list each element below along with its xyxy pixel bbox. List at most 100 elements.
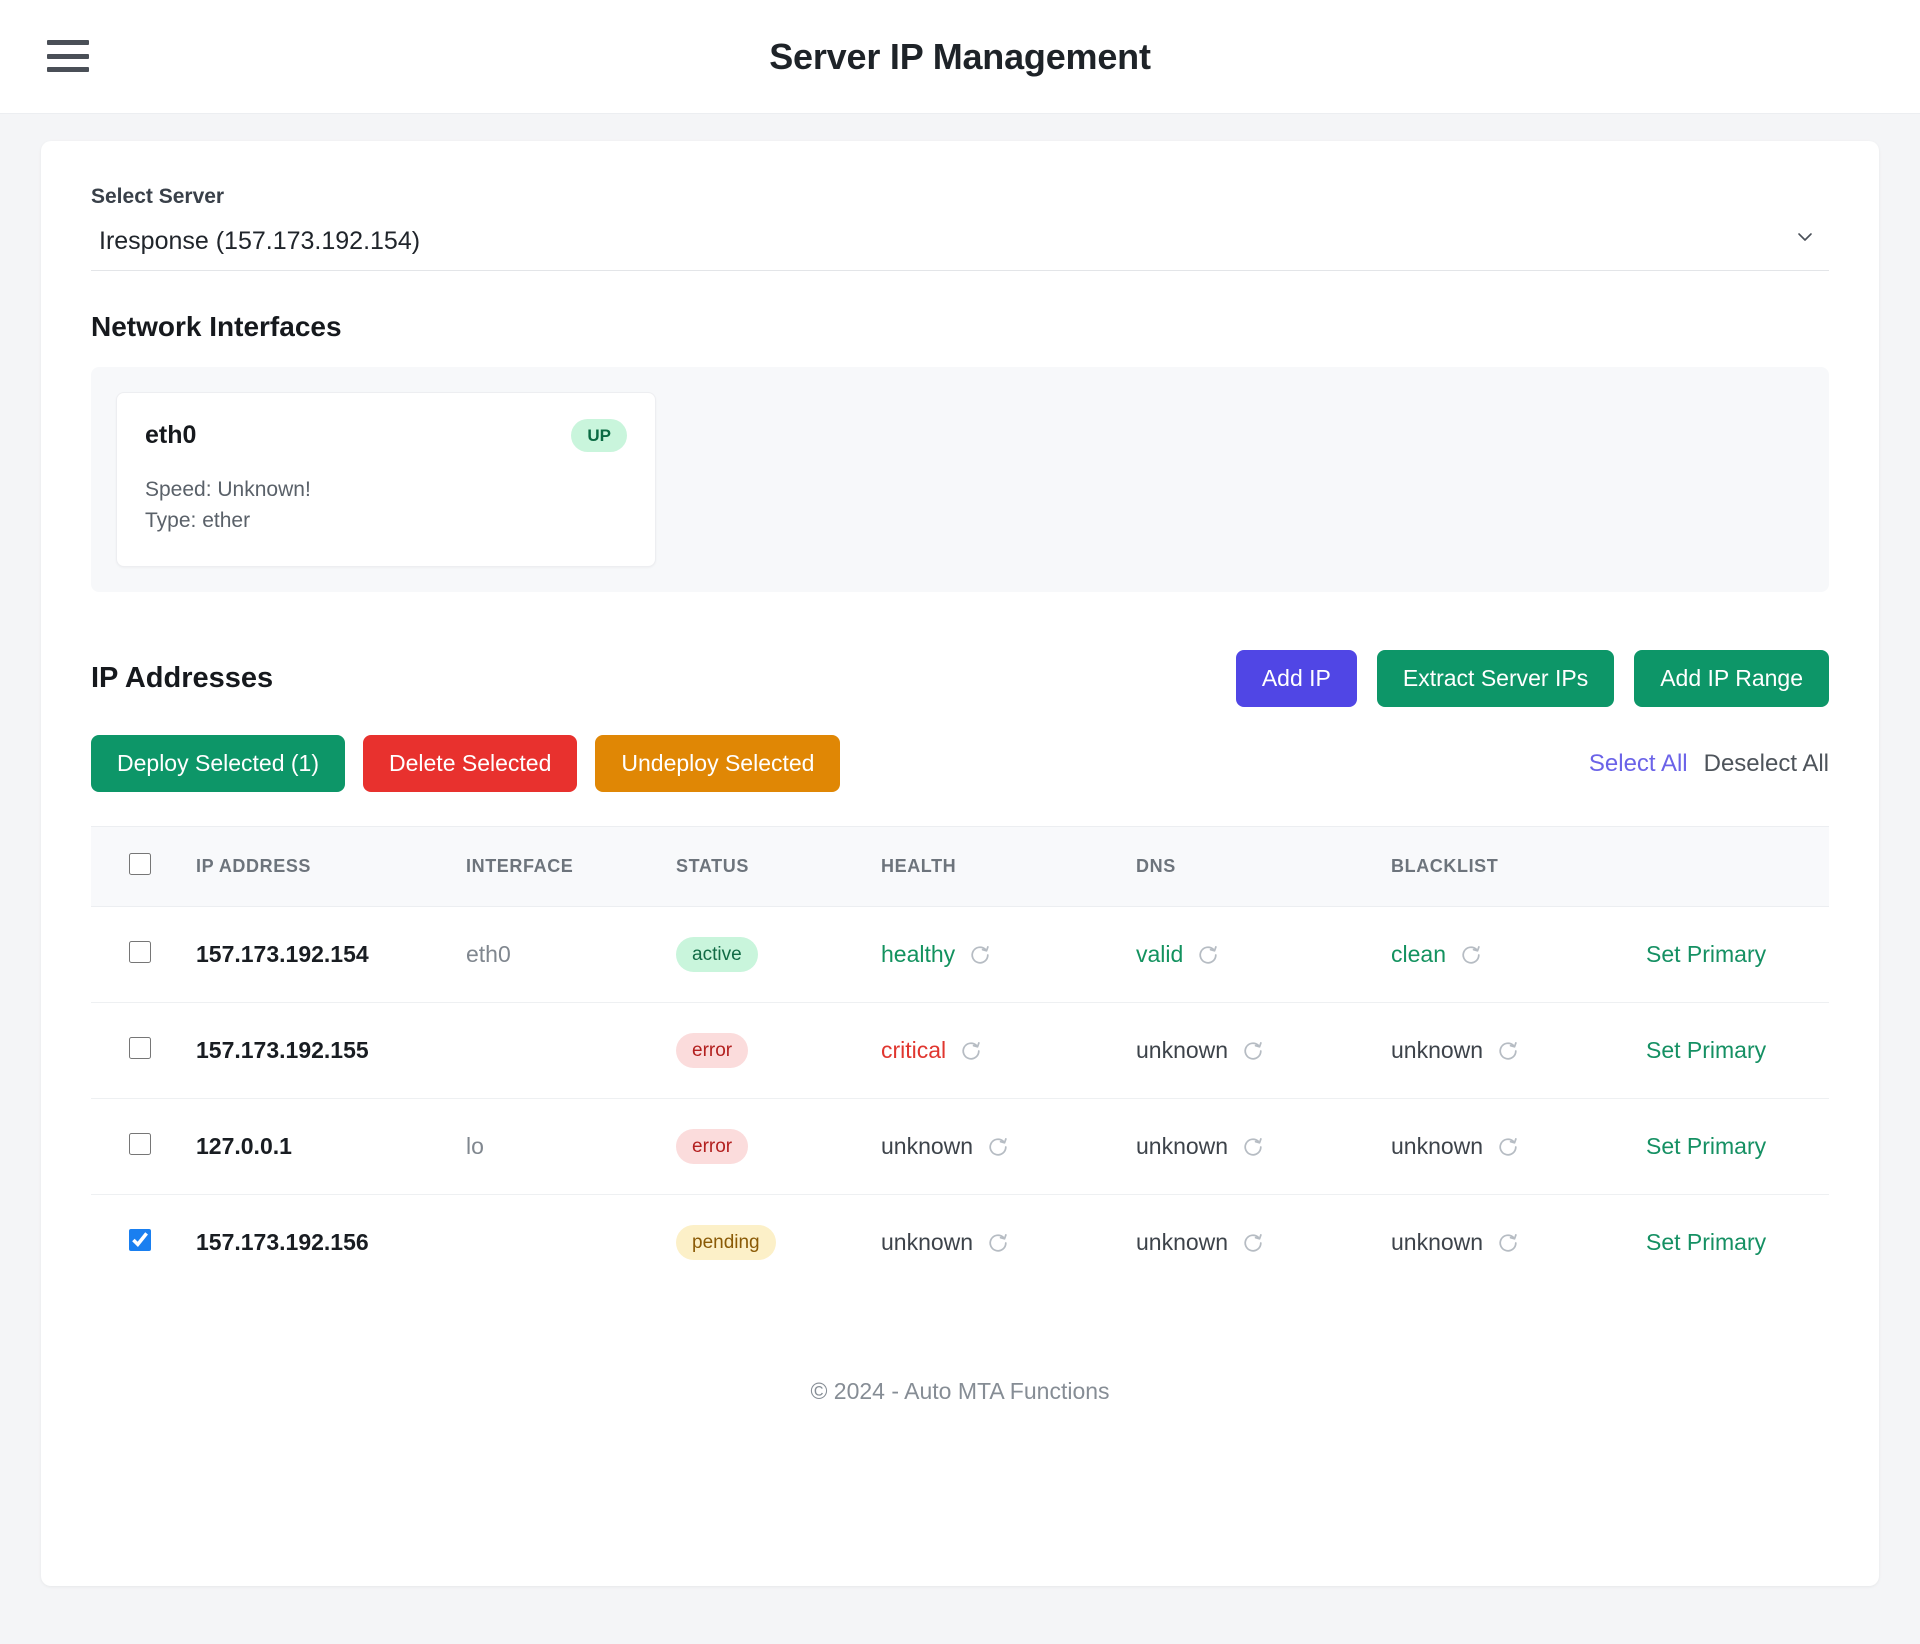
undeploy-selected-button[interactable]: Undeploy Selected: [595, 735, 841, 793]
chevron-down-icon: [1798, 233, 1812, 241]
column-header-interface: INTERFACE: [466, 827, 676, 908]
dns-value-text: valid: [1136, 941, 1184, 968]
table-row[interactable]: 157.173.192.156 pending unknown unknown unkn…: [91, 1195, 1829, 1291]
refresh-icon[interactable]: [1497, 1232, 1519, 1254]
network-interfaces-panel: eth0 UP Speed: Unknown! Type: ether: [91, 367, 1829, 593]
row-select-checkbox[interactable]: [129, 940, 151, 963]
select-all-header-cell: [91, 827, 196, 908]
health-value: healthy: [881, 941, 991, 968]
column-header-actions: [1646, 827, 1829, 908]
column-header-dns: DNS: [1136, 827, 1391, 908]
bulk-actions-row: Deploy Selected (1) Delete Selected Unde…: [91, 735, 1829, 793]
blacklist-value-text: unknown: [1391, 1229, 1484, 1256]
page-title: Server IP Management: [769, 35, 1151, 77]
extract-server-ips-button[interactable]: Extract Server IPs: [1376, 650, 1615, 708]
table-row[interactable]: 127.0.0.1 lo error unknown unknown unknown Set…: [91, 1098, 1829, 1196]
ip-address-text: 157.173.192.154: [196, 941, 369, 968]
dns-value: valid: [1136, 941, 1219, 968]
ip-table: IP ADDRESS INTERFACE STATUS HEALTH DNS B…: [91, 827, 1829, 1290]
hamburger-bar: [47, 40, 89, 45]
add-ip-button[interactable]: Add IP: [1235, 650, 1357, 708]
row-select-cell: [91, 1002, 196, 1100]
ip-addresses-title: IP Addresses: [91, 662, 274, 695]
dns-value: unknown: [1136, 1133, 1264, 1160]
refresh-icon[interactable]: [1497, 1040, 1519, 1062]
table-row[interactable]: 157.173.192.154 eth0 active healthy valid cle…: [91, 906, 1829, 1004]
cell-actions: Set Primary: [1646, 1098, 1829, 1196]
refresh-icon[interactable]: [1242, 1040, 1264, 1062]
footer-copyright: © 2024 - Auto MTA Functions: [810, 1378, 1110, 1405]
cell-ip-address: 157.173.192.155: [196, 1002, 466, 1100]
deselect-all-link[interactable]: Deselect All: [1704, 750, 1829, 778]
row-select-checkbox[interactable]: [129, 1228, 151, 1251]
set-primary-link[interactable]: Set Primary: [1646, 1133, 1766, 1159]
cell-blacklist: unknown: [1391, 1098, 1646, 1196]
cell-dns: unknown: [1136, 1098, 1391, 1196]
cell-dns: unknown: [1136, 1195, 1391, 1291]
cell-interface: [466, 1195, 676, 1291]
refresh-icon[interactable]: [987, 1232, 1009, 1254]
status-badge: error: [676, 1129, 749, 1165]
cell-ip-address: 127.0.0.1: [196, 1098, 466, 1196]
blacklist-value: unknown: [1391, 1133, 1519, 1160]
set-primary-link[interactable]: Set Primary: [1646, 941, 1766, 967]
network-interfaces-title: Network Interfaces: [91, 311, 342, 342]
health-value: unknown: [881, 1133, 1009, 1160]
cell-actions: Set Primary: [1646, 1195, 1829, 1291]
refresh-icon[interactable]: [987, 1136, 1009, 1158]
refresh-icon[interactable]: [1242, 1136, 1264, 1158]
blacklist-value: unknown: [1391, 1229, 1519, 1256]
server-select-value: Iresponse (157.173.192.154): [99, 227, 421, 255]
hamburger-bar: [47, 67, 89, 72]
row-select-checkbox[interactable]: [129, 1036, 151, 1059]
ip-table-body: 157.173.192.154 eth0 active healthy valid cle…: [91, 906, 1829, 1291]
set-primary-link[interactable]: Set Primary: [1646, 1229, 1766, 1255]
row-select-checkbox[interactable]: [129, 1132, 151, 1155]
column-header-ip-address: IP ADDRESS: [196, 827, 466, 908]
ip-address-text: 157.173.192.156: [196, 1229, 369, 1256]
dns-value: unknown: [1136, 1037, 1264, 1064]
deploy-selected-button[interactable]: Deploy Selected (1): [91, 735, 345, 793]
health-value-text: unknown: [881, 1133, 974, 1160]
cell-status: pending: [676, 1195, 881, 1291]
delete-selected-button[interactable]: Delete Selected: [363, 735, 578, 793]
set-primary-link[interactable]: Set Primary: [1646, 1037, 1766, 1063]
dns-value-text: unknown: [1136, 1037, 1229, 1064]
blacklist-value-text: clean: [1391, 941, 1446, 968]
add-ip-range-button[interactable]: Add IP Range: [1634, 650, 1829, 708]
cell-health: critical: [881, 1002, 1136, 1100]
cell-actions: Set Primary: [1646, 1002, 1829, 1100]
page-body: Select Server Iresponse (157.173.192.154…: [0, 114, 1920, 1586]
row-select-cell: [91, 1195, 196, 1291]
refresh-icon[interactable]: [1497, 1136, 1519, 1158]
refresh-icon[interactable]: [969, 944, 991, 966]
refresh-icon[interactable]: [1197, 944, 1219, 966]
column-header-blacklist: BLACKLIST: [1391, 827, 1646, 908]
cell-blacklist: unknown: [1391, 1195, 1646, 1291]
refresh-icon[interactable]: [1242, 1232, 1264, 1254]
health-value-text: unknown: [881, 1229, 974, 1256]
refresh-icon[interactable]: [960, 1040, 982, 1062]
table-row[interactable]: 157.173.192.155 error critical unknown unkno…: [91, 1002, 1829, 1100]
health-value-text: critical: [881, 1037, 947, 1064]
select-all-link[interactable]: Select All: [1589, 750, 1688, 778]
primary-button-group: Add IP Extract Server IPs Add IP Range: [1235, 650, 1829, 708]
cell-status: active: [676, 906, 881, 1004]
status-badge: error: [676, 1033, 749, 1069]
hamburger-menu-icon[interactable]: [47, 36, 91, 76]
interface-text: lo: [466, 1133, 484, 1160]
cell-interface: lo: [466, 1098, 676, 1196]
cell-interface: [466, 1002, 676, 1100]
cell-actions: Set Primary: [1646, 906, 1829, 1004]
server-select[interactable]: Iresponse (157.173.192.154): [91, 221, 1829, 271]
refresh-icon[interactable]: [1460, 944, 1482, 966]
select-all-checkbox[interactable]: [129, 853, 151, 876]
dns-value-text: unknown: [1136, 1229, 1229, 1256]
cell-ip-address: 157.173.192.156: [196, 1195, 466, 1291]
app-header: Server IP Management: [0, 0, 1920, 114]
status-badge: pending: [676, 1225, 776, 1261]
cell-blacklist: clean: [1391, 906, 1646, 1004]
interface-speed: Speed: Unknown!: [145, 478, 311, 501]
interface-card[interactable]: eth0 UP Speed: Unknown! Type: ether: [116, 392, 656, 568]
cell-health: unknown: [881, 1195, 1136, 1291]
